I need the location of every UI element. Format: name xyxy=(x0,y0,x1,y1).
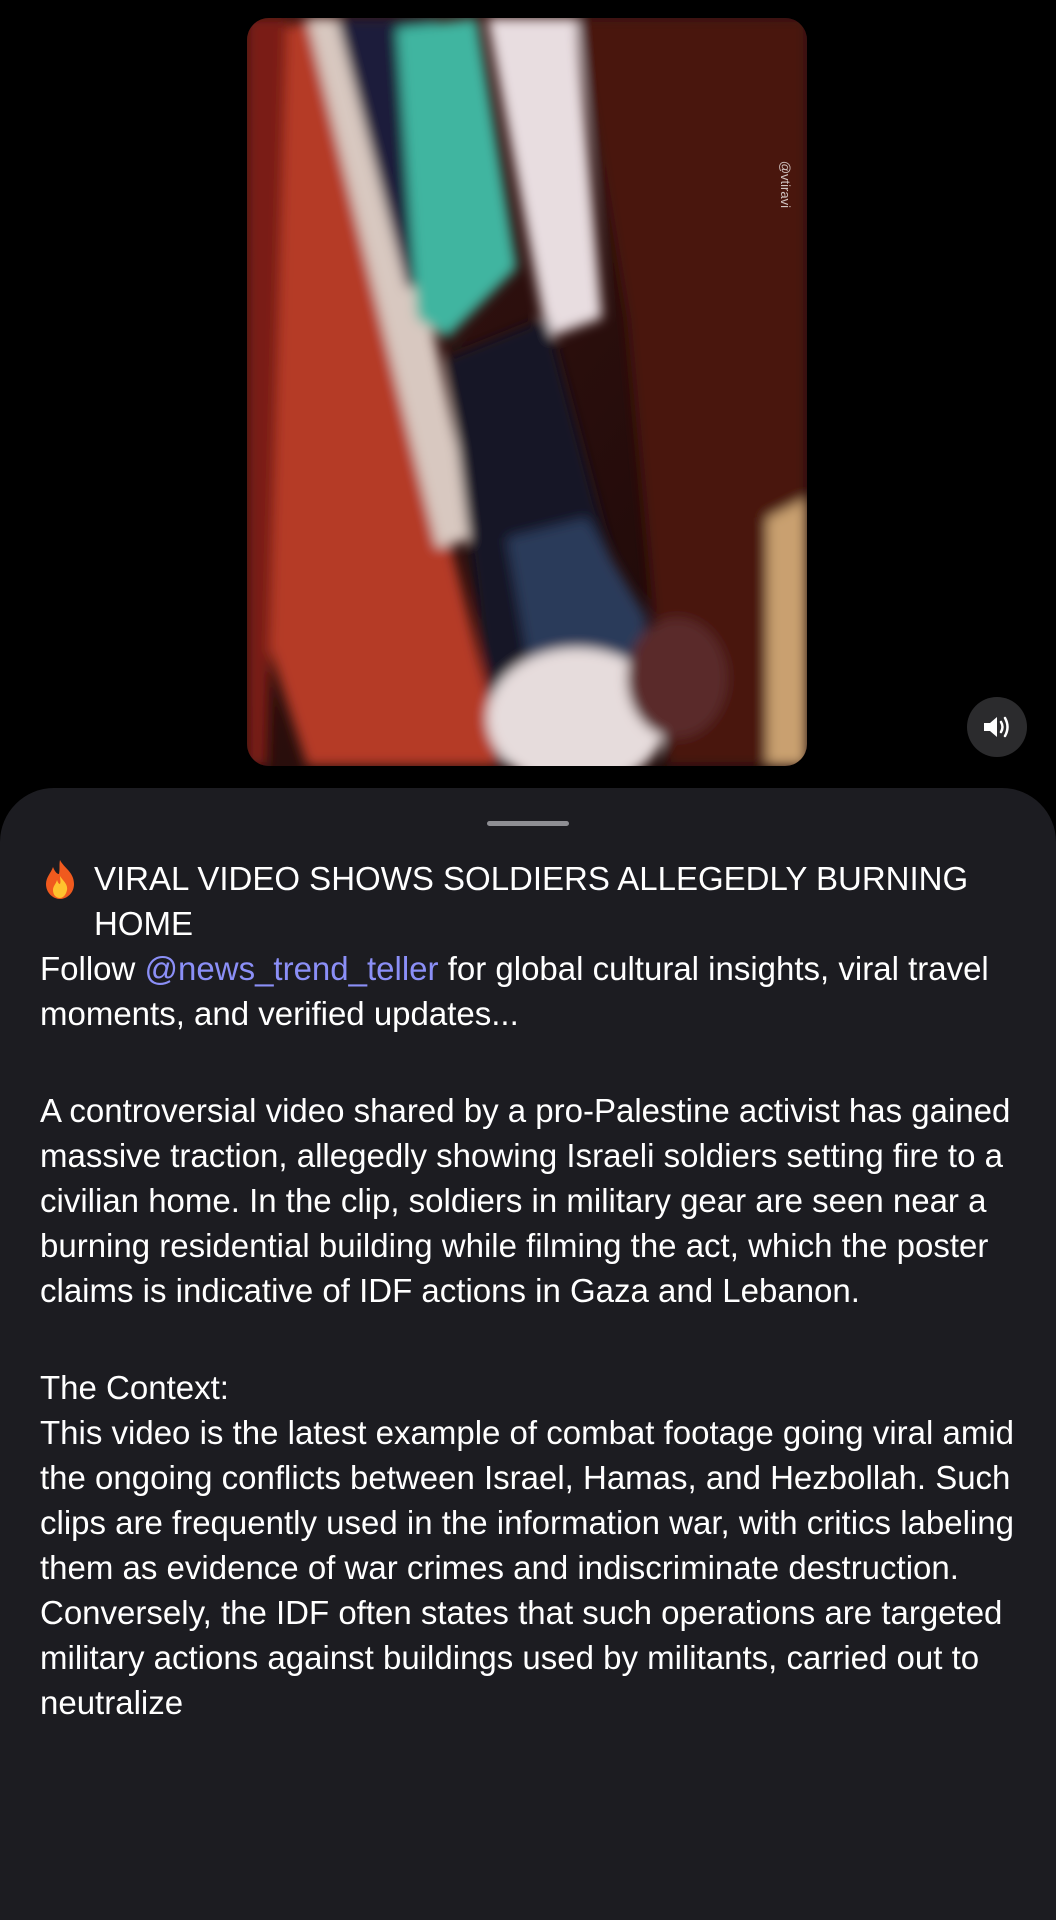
post-title: VIRAL VIDEO SHOWS SOLDIERS ALLEGEDLY BUR… xyxy=(40,856,1030,946)
video-player[interactable]: @vtiravi xyxy=(247,18,807,766)
follow-prefix: Follow xyxy=(40,950,145,987)
speaker-icon xyxy=(984,716,1009,738)
post-title-text: VIRAL VIDEO SHOWS SOLDIERS ALLEGEDLY BUR… xyxy=(94,860,969,942)
context-heading: The Context: xyxy=(40,1369,229,1406)
video-frame-image xyxy=(247,18,807,766)
post-caption: VIRAL VIDEO SHOWS SOLDIERS ALLEGEDLY BUR… xyxy=(40,856,1030,1725)
mention-link[interactable]: @news_trend_teller xyxy=(145,950,439,987)
sheet-grabber[interactable] xyxy=(487,821,569,826)
sound-toggle-button[interactable] xyxy=(967,697,1027,757)
follow-line: Follow @news_trend_teller for global cul… xyxy=(40,946,1030,1036)
video-watermark: @vtiravi xyxy=(778,160,793,208)
fire-icon xyxy=(46,860,74,899)
caption-sheet[interactable]: VIRAL VIDEO SHOWS SOLDIERS ALLEGEDLY BUR… xyxy=(0,788,1056,1920)
body-paragraph-2: This video is the latest example of comb… xyxy=(40,1414,1015,1721)
body-paragraph-1: A controversial video shared by a pro-Pa… xyxy=(40,1092,1011,1309)
